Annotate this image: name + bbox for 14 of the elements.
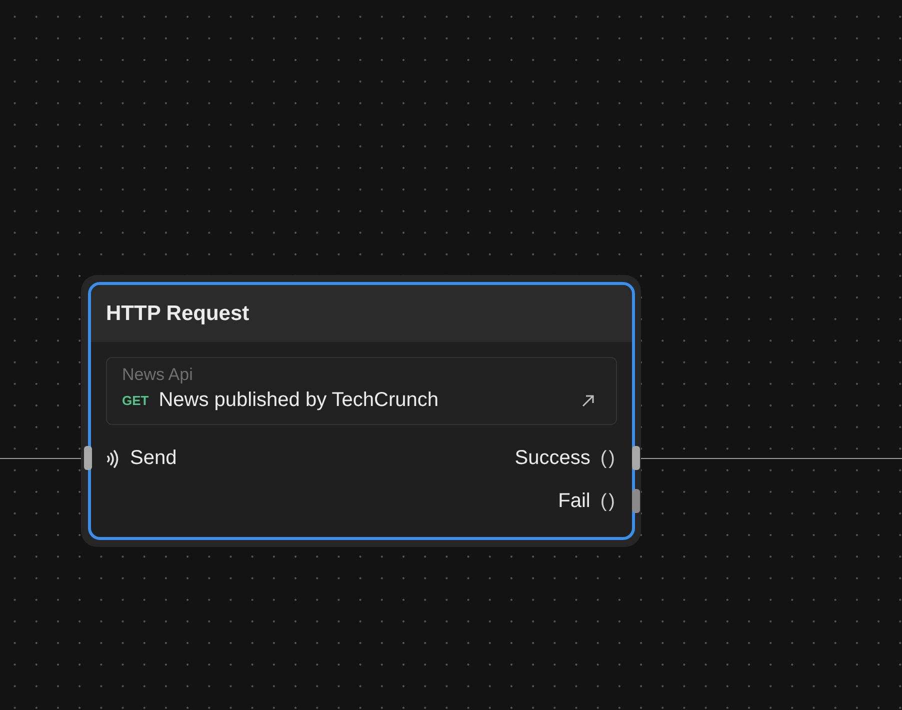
signal-icon (106, 448, 120, 468)
node-card[interactable]: HTTP Request News Api GET News published by TechCrunch Send Success () Fail () (88, 282, 635, 540)
input-label: Send (130, 447, 177, 470)
input-port[interactable] (84, 446, 92, 470)
output-type: () (600, 448, 617, 470)
output-type: () (600, 490, 617, 512)
output-label: Fail (558, 490, 590, 513)
request-name: News published by TechCrunch (158, 389, 439, 412)
arrow-icon[interactable] (582, 395, 594, 407)
api-name: News Api (122, 365, 193, 385)
request-field[interactable]: News Api GET News published by TechCrunch (106, 357, 617, 425)
output-label: Success (514, 447, 590, 470)
node-title: HTTP Request (106, 302, 250, 326)
http-method: GET (122, 393, 149, 408)
